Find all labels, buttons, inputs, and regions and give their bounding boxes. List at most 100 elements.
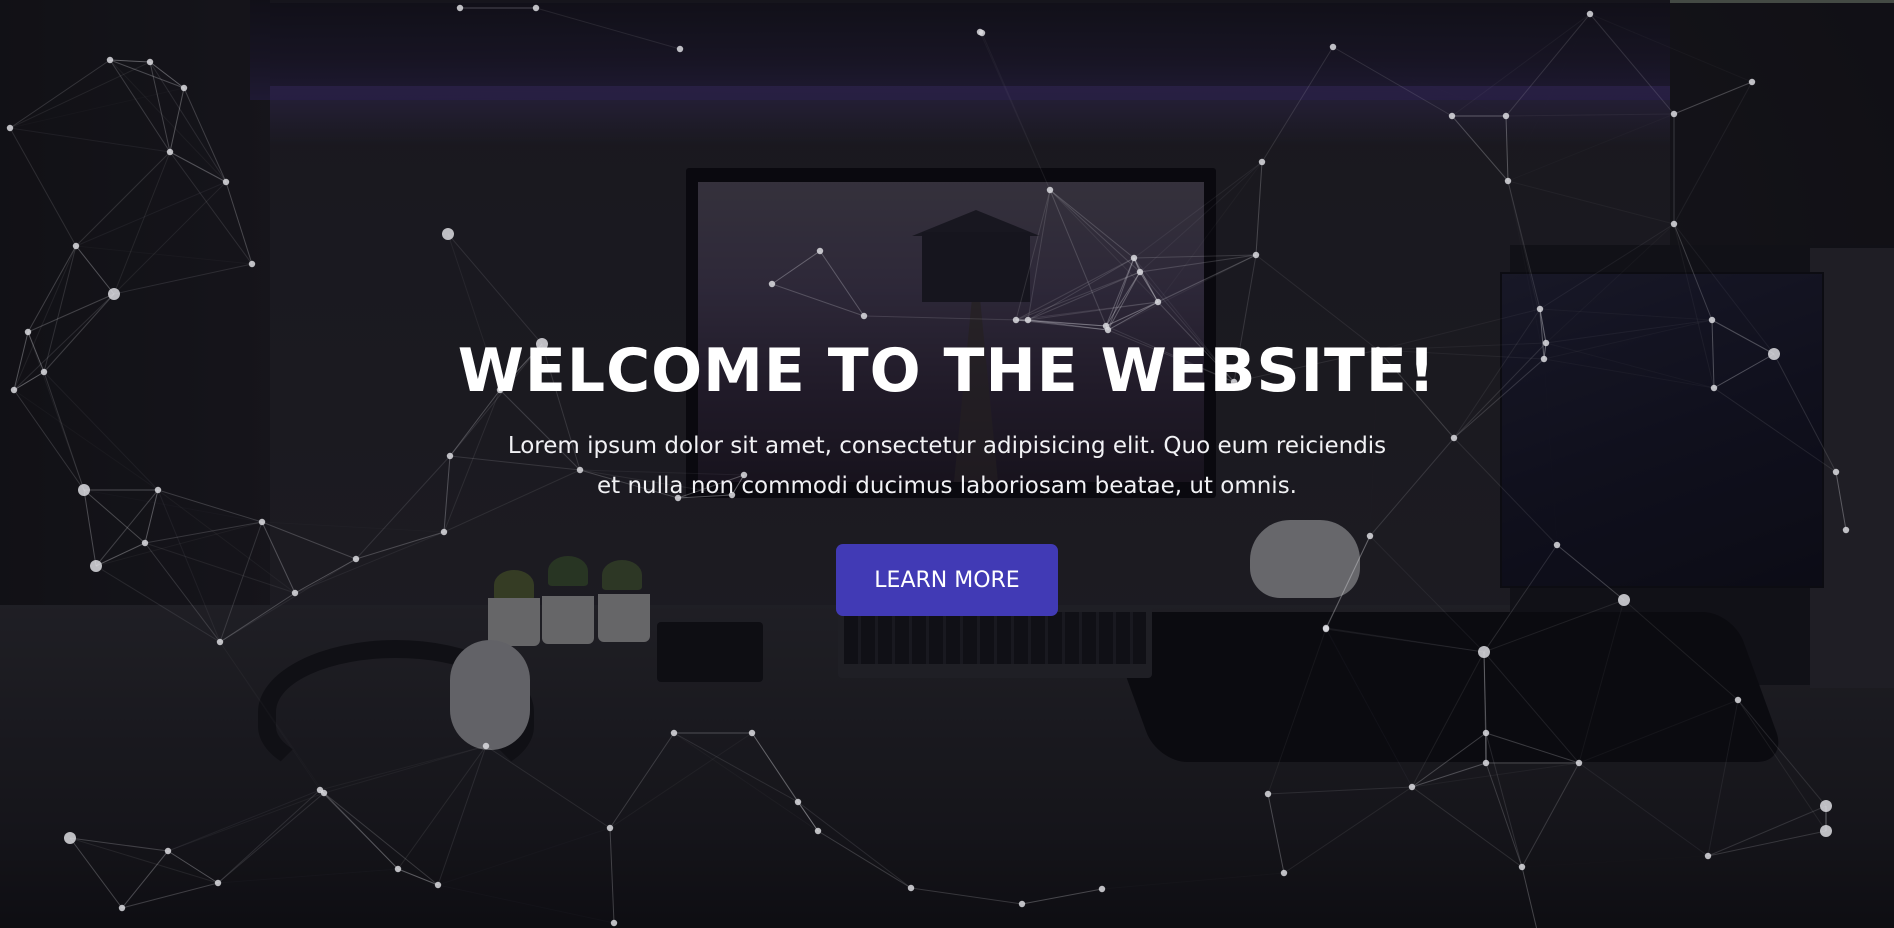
network-node (1482, 759, 1490, 767)
network-link (169, 151, 227, 183)
network-link (1021, 888, 1103, 905)
network-node (1018, 900, 1026, 908)
network-link (910, 887, 1023, 905)
network-node (1575, 759, 1583, 767)
network-link (218, 869, 398, 883)
network-node (1264, 790, 1272, 798)
network-node (1504, 177, 1512, 185)
network-link (1049, 189, 1141, 273)
network-link (113, 151, 171, 295)
network-link (1505, 113, 1675, 117)
network-link (75, 245, 115, 295)
network-link (69, 837, 169, 852)
network-link (1102, 873, 1284, 889)
network-link (1589, 13, 1675, 115)
network-link (167, 789, 321, 852)
network-node (1502, 112, 1510, 120)
network-link (1578, 599, 1625, 764)
network-link (1015, 189, 1051, 321)
network-node (794, 798, 802, 806)
network-node (610, 919, 618, 927)
network-link (1451, 13, 1591, 117)
network-node (1322, 624, 1330, 632)
network-link (167, 792, 325, 852)
network-link (771, 283, 865, 317)
network-link (323, 792, 439, 886)
network-link (397, 745, 487, 870)
hero-section: WELCOME TO THE WEBSITE! Lorem ipsum dolo… (0, 0, 1894, 928)
network-node (6, 124, 14, 132)
network-link (1505, 115, 1509, 182)
network-link (1261, 46, 1334, 163)
network-link (76, 246, 252, 264)
network-link (1027, 189, 1051, 321)
network-link (1737, 699, 1827, 832)
network-node (222, 178, 230, 186)
network-node (1130, 254, 1138, 262)
network-link (1267, 793, 1285, 874)
network-link (75, 181, 227, 247)
network-link (397, 868, 439, 886)
network-link (1483, 651, 1580, 764)
network-link (109, 59, 185, 89)
network-node (1670, 220, 1678, 228)
network-link (69, 837, 219, 884)
network-node (72, 242, 80, 250)
network-node (1136, 268, 1144, 276)
network-link (1707, 830, 1827, 857)
network-link (319, 745, 487, 791)
network-link (819, 250, 865, 317)
network-link (167, 850, 219, 884)
network-node (768, 280, 776, 288)
network-link (1707, 699, 1739, 857)
network-node (106, 56, 114, 64)
network-node (1258, 158, 1266, 166)
network-link (1325, 627, 1485, 653)
network-link (1049, 189, 1107, 327)
network-link (1507, 180, 1541, 310)
network-link (1451, 115, 1509, 182)
network-link (609, 827, 615, 924)
network-node (1448, 112, 1456, 120)
network-node (1408, 783, 1416, 791)
network-link (485, 745, 611, 829)
network-node (1586, 10, 1594, 18)
learn-more-button[interactable]: LEARN MORE (836, 544, 1058, 616)
network-link (1267, 786, 1413, 795)
network-node (1820, 825, 1832, 837)
hero-subtitle: Lorem ipsum dolor sit amet, consectetur … (457, 426, 1437, 506)
network-link (1673, 223, 1713, 321)
network-node (64, 832, 76, 844)
hero-subtitle-line-2: et nulla non commodi ducimus laboriosam … (597, 473, 1297, 499)
network-link (1411, 732, 1487, 788)
network-link (109, 59, 227, 183)
network-link (217, 792, 325, 884)
network-link (76, 60, 110, 246)
network-link (1158, 162, 1262, 302)
network-link (1105, 257, 1135, 327)
hero-content: WELCOME TO THE WEBSITE! Lorem ipsum dolo… (0, 334, 1894, 616)
network-link (183, 87, 227, 183)
network-node (976, 28, 984, 36)
network-node (482, 742, 490, 750)
network-node (146, 58, 154, 66)
network-node (1012, 316, 1020, 324)
network-link (9, 127, 171, 153)
network-link (1505, 13, 1591, 117)
network-link (1578, 762, 1709, 857)
network-node (442, 228, 454, 240)
network-link (979, 31, 1051, 191)
network-link (1027, 271, 1141, 321)
network-node (670, 729, 678, 737)
network-link (113, 181, 227, 295)
network-link (438, 885, 614, 923)
network-node (1734, 696, 1742, 704)
network-node (816, 247, 824, 255)
network-link (225, 181, 253, 265)
network-node (214, 879, 222, 887)
network-node (1102, 322, 1110, 330)
network-link (438, 828, 610, 885)
network-link (121, 882, 219, 909)
hero-title: WELCOME TO THE WEBSITE! (457, 336, 1437, 406)
network-link (1485, 732, 1523, 868)
